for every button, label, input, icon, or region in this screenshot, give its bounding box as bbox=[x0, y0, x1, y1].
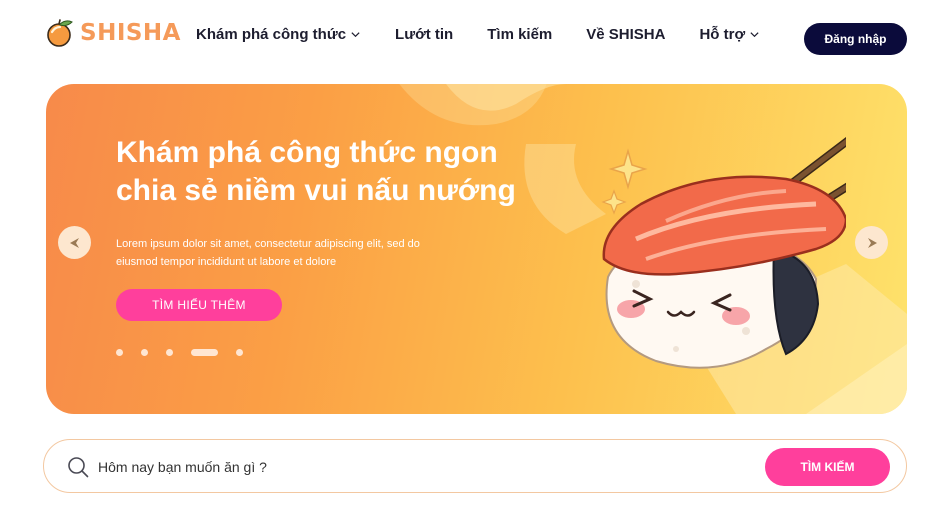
brand-name: SHISHA bbox=[80, 20, 181, 46]
nav-item-label: Về SHISHA bbox=[586, 26, 666, 43]
chevron-right-icon bbox=[867, 237, 877, 248]
carousel-dot[interactable] bbox=[141, 349, 148, 356]
carousel-indicators bbox=[116, 349, 243, 356]
carousel-dot[interactable] bbox=[236, 349, 243, 356]
nav-item-label: Lướt tin bbox=[395, 26, 454, 43]
nav-item-label: Tìm kiếm bbox=[487, 26, 553, 43]
nav-item-news-feed[interactable]: Lướt tin bbox=[395, 26, 453, 43]
carousel-dot[interactable] bbox=[116, 349, 123, 356]
nav-item-search[interactable]: Tìm kiếm bbox=[487, 26, 552, 43]
orange-logo-icon bbox=[47, 19, 73, 47]
nav-item-label: Khám phá công thức bbox=[196, 26, 347, 43]
recipe-search-bar: TÌM KIẾM bbox=[43, 439, 907, 493]
main-nav: Khám phá công thức Lướt tin Tìm kiếm Về … bbox=[196, 26, 760, 43]
chevron-down-icon bbox=[750, 32, 759, 38]
site-header: SHISHA Khám phá công thức Lướt tin Tìm k… bbox=[0, 0, 946, 76]
hero-banner: Khám phá công thức ngon chia sẻ niềm vui… bbox=[46, 84, 907, 414]
carousel-next-button[interactable] bbox=[855, 226, 888, 259]
nav-item-explore-recipes[interactable]: Khám phá công thức bbox=[196, 26, 361, 43]
logo[interactable]: SHISHA bbox=[46, 18, 181, 48]
chevron-down-icon bbox=[351, 32, 360, 38]
login-button[interactable]: Đăng nhập bbox=[804, 23, 907, 55]
search-button[interactable]: TÌM KIẾM bbox=[765, 448, 890, 486]
nav-item-label: Hỗ trợ bbox=[699, 26, 746, 43]
nav-item-about[interactable]: Về SHISHA bbox=[586, 26, 665, 43]
hero-description: Lorem ipsum dolor sit amet, consectetur … bbox=[116, 238, 420, 268]
learn-more-button[interactable]: TÌM HIỂU THÊM bbox=[116, 289, 282, 321]
carousel-prev-button[interactable] bbox=[58, 226, 91, 259]
carousel-dot-active[interactable] bbox=[191, 349, 218, 356]
nav-item-support[interactable]: Hỗ trợ bbox=[699, 26, 760, 43]
chevron-left-icon bbox=[69, 237, 79, 248]
search-icon bbox=[68, 457, 89, 478]
hero-title: Khám phá công thức ngon chia sẻ niềm vui… bbox=[116, 136, 516, 207]
sushi-illustration bbox=[601, 136, 846, 369]
carousel-dot[interactable] bbox=[166, 349, 173, 356]
search-input[interactable] bbox=[98, 454, 758, 480]
